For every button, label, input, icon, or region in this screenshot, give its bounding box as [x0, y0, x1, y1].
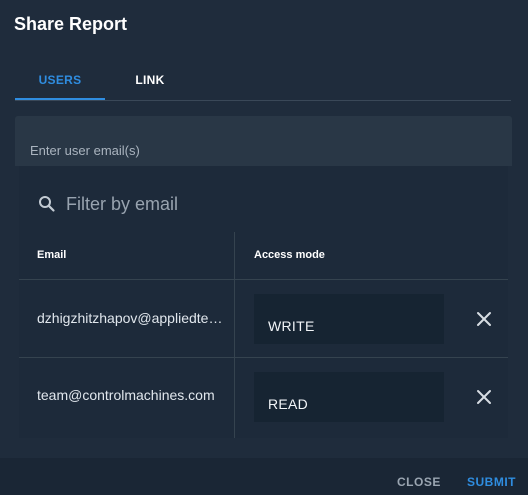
filter-placeholder: Filter by email [66, 194, 179, 214]
user-email: dzhigzhitzhapov@appliedte… [37, 310, 223, 326]
close-icon[interactable] [474, 309, 494, 329]
close-button[interactable]: CLOSE [397, 475, 441, 489]
table-row: dzhigzhitzhapov@appliedte… WRITE [19, 280, 508, 358]
access-mode-value: READ [268, 396, 309, 412]
dialog-footer: CLOSE SUBMIT [0, 458, 528, 495]
access-mode-select[interactable]: READ [254, 372, 444, 422]
table-row: team@controlmachines.com READ [19, 358, 508, 436]
access-mode-value: WRITE [268, 318, 315, 334]
search-icon [38, 195, 56, 218]
active-tab-indicator [15, 98, 105, 100]
users-dropdown-panel: Filter by email Email Access mode dzhigz… [19, 166, 508, 438]
user-email-placeholder: Enter user email(s) [30, 143, 140, 158]
tab-users[interactable]: USERS [15, 60, 105, 100]
dialog-title: Share Report [14, 14, 128, 34]
share-report-dialog: Share Report USERS LINK Enter user email… [0, 0, 528, 495]
table-header: Email Access mode [19, 232, 508, 280]
user-email-input[interactable]: Enter user email(s) [15, 116, 512, 166]
user-email: team@controlmachines.com [37, 387, 215, 403]
access-mode-select[interactable]: WRITE [254, 294, 444, 344]
close-icon[interactable] [474, 387, 494, 407]
submit-button[interactable]: SUBMIT [467, 475, 516, 489]
email-column-header: Email [37, 249, 67, 261]
tab-link[interactable]: LINK [105, 60, 195, 100]
filter-email-input[interactable]: Filter by email [19, 166, 508, 232]
tab-bar: USERS LINK [15, 60, 511, 101]
access-mode-column-header: Access mode [254, 249, 325, 261]
